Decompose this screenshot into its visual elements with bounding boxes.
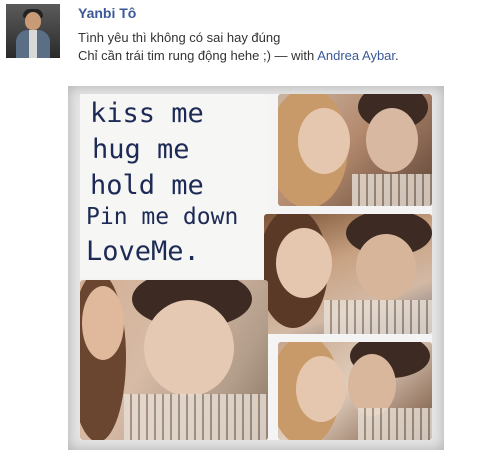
- photo-tile: [80, 280, 268, 440]
- handwritten-note: kiss me hug me hold me Pin me down LoveM…: [80, 94, 268, 278]
- face-shape: [144, 300, 234, 396]
- photo-tile: [278, 94, 432, 206]
- note-line: LoveMe.: [86, 236, 200, 267]
- post-line-2: Chỉ cần trái tim rung động hehe ;) — wit…: [78, 47, 399, 65]
- note-line: kiss me: [90, 98, 204, 129]
- post-line-1: Tình yêu thì không có sai hay đúng: [78, 30, 281, 45]
- face-shape: [356, 234, 416, 300]
- tagged-friend-link[interactable]: Andrea Aybar: [317, 48, 395, 63]
- avatar-shirt: [29, 30, 37, 58]
- face-shape: [296, 356, 346, 422]
- author-avatar[interactable]: [6, 4, 60, 58]
- plaid-shirt: [358, 408, 432, 440]
- photo-tile: [278, 342, 432, 440]
- face-shape: [298, 108, 350, 174]
- author-name-link[interactable]: Yanbi Tô: [78, 5, 136, 21]
- post-line-2-prefix: Chỉ cần trái tim rung động hehe ;) — wit…: [78, 48, 318, 63]
- plaid-shirt: [124, 394, 268, 440]
- post-text: Tình yêu thì không có sai hay đúng Chỉ c…: [78, 29, 399, 65]
- post-photo[interactable]: kiss me hug me hold me Pin me down LoveM…: [68, 86, 444, 450]
- avatar-head: [25, 12, 41, 30]
- face-shape: [366, 108, 418, 172]
- face-shape: [276, 228, 332, 298]
- note-line: hold me: [90, 170, 204, 201]
- note-line: Pin me down: [86, 204, 239, 230]
- post-line-2-suffix: .: [395, 48, 399, 63]
- face-shape: [348, 354, 396, 416]
- plaid-shirt: [324, 300, 432, 334]
- face-shape: [82, 286, 124, 360]
- photo-collage: kiss me hug me hold me Pin me down LoveM…: [80, 94, 432, 440]
- plaid-shirt: [352, 174, 432, 206]
- photo-tile: [264, 214, 432, 334]
- note-line: hug me: [92, 134, 190, 165]
